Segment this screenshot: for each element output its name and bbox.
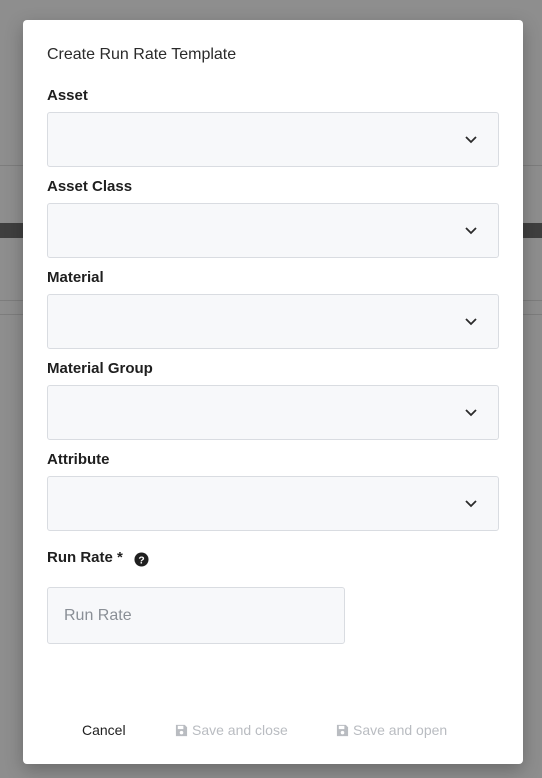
create-run-rate-template-dialog: Create Run Rate Template Asset Asset Cla…: [23, 20, 523, 764]
run-rate-label: Run Rate *: [47, 549, 123, 566]
cancel-button-label: Cancel: [82, 722, 126, 738]
save-and-close-label: Save and close: [192, 722, 288, 738]
chevron-down-icon: [465, 136, 477, 144]
material-group-select[interactable]: [47, 385, 499, 440]
material-select[interactable]: [47, 294, 499, 349]
chevron-down-icon: [465, 500, 477, 508]
save-and-open-button[interactable]: Save and open: [336, 719, 447, 741]
floppy-disk-icon: [175, 724, 188, 736]
chevron-down-icon: [465, 318, 477, 326]
question-circle-icon[interactable]: ?: [134, 552, 149, 567]
asset-label: Asset: [47, 87, 88, 104]
dialog-title: Create Run Rate Template: [47, 46, 237, 63]
cancel-button[interactable]: Cancel: [82, 719, 126, 741]
asset-select[interactable]: [47, 112, 499, 167]
chevron-down-icon: [465, 227, 477, 235]
save-and-close-button[interactable]: Save and close: [175, 719, 288, 741]
material-label: Material: [47, 269, 104, 286]
asset-class-label: Asset Class: [47, 178, 133, 195]
attribute-select[interactable]: [47, 476, 499, 531]
attribute-label: Attribute: [47, 451, 110, 468]
save-and-open-label: Save and open: [353, 722, 448, 738]
svg-text:?: ?: [138, 555, 144, 566]
floppy-disk-icon: [336, 724, 349, 736]
run-rate-input[interactable]: [47, 587, 345, 644]
material-group-label: Material Group: [47, 360, 153, 377]
chevron-down-icon: [465, 409, 477, 417]
asset-class-select[interactable]: [47, 203, 499, 258]
